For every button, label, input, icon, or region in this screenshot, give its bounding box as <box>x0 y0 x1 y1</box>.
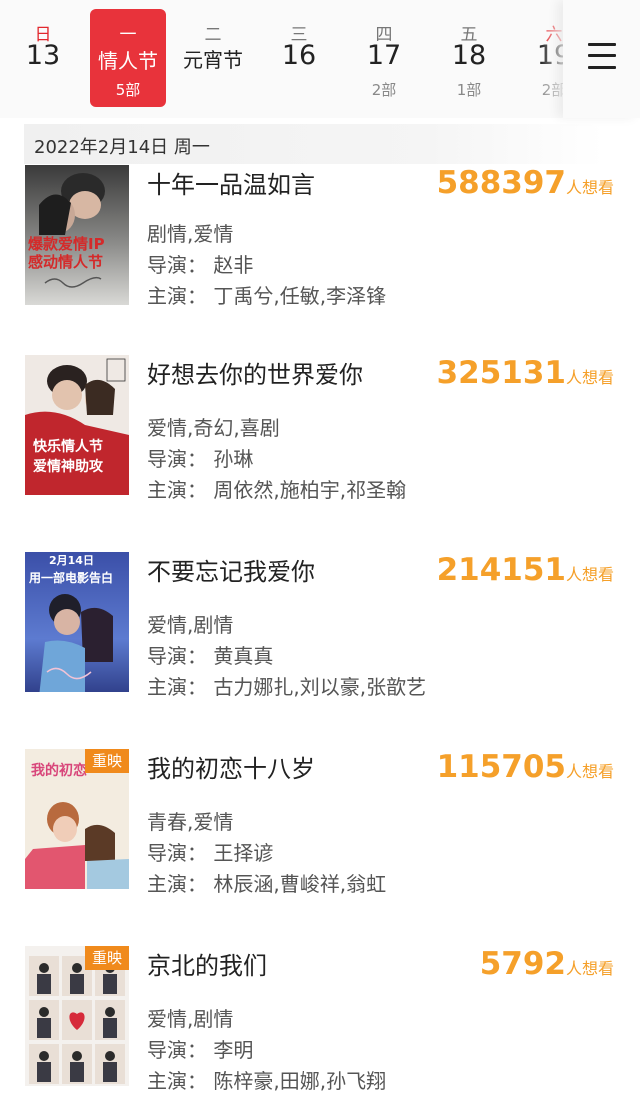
selected-date-text: 2022年2月14日 周一 <box>34 137 210 158</box>
movie-genre: 青春,爱情 <box>147 810 234 834</box>
date-tab-valentines-day[interactable]: 一 情人节 5部 <box>90 9 166 107</box>
wish-number: 325131 <box>436 355 566 391</box>
date-number: 18 <box>451 40 487 71</box>
movie-poster[interactable]: 快乐情人节 爱情神助攻 <box>25 355 129 495</box>
movie-director: 导演： 黄真真 <box>147 644 274 668</box>
poster-tagline-2: 爱情神助攻 <box>33 458 104 475</box>
movie-title[interactable]: 京北的我们 <box>147 946 267 981</box>
date-tab-sun-13[interactable]: 日 13 <box>0 0 86 118</box>
poster-tagline-1: 爆款爱情IP <box>28 235 105 253</box>
wish-unit: 人想看 <box>565 565 614 584</box>
wish-count: 115705人想看 <box>437 749 614 785</box>
movie-item[interactable]: 爆款爱情IP 感动情人节 十年一品温如言 588397人想看 剧情,爱情 导演：… <box>0 165 640 325</box>
wish-unit: 人想看 <box>565 178 614 197</box>
movie-item[interactable]: 2月14日 用一部电影告白 不要忘记我爱你 214151人想看 爱情,剧情 导演… <box>0 552 640 712</box>
movie-poster[interactable]: 爆款爱情IP 感动情人节 <box>25 165 129 305</box>
date-tab-wed-16[interactable]: 三 16 <box>256 0 342 118</box>
movie-title[interactable]: 我的初恋十八岁 <box>147 749 315 784</box>
wish-count: 214151人想看 <box>437 552 614 588</box>
poster-tagline-2: 感动情人节 <box>28 253 103 271</box>
date-number: 17 <box>366 40 402 71</box>
weekday-label: 二 <box>204 25 222 45</box>
movie-director: 导演： 赵非 <box>147 253 254 277</box>
date-tab-bar: 日 13 一 情人节 5部 二 元宵节 三 16 四 17 2部 五 18 1部… <box>0 0 640 118</box>
movie-count: 5部 <box>115 81 141 99</box>
movie-cast: 主演： 林辰涵,曹峻祥,翁虹 <box>147 872 387 896</box>
movie-title[interactable]: 十年一品温如言 <box>147 165 315 200</box>
movie-cast: 主演： 周依然,施柏宇,祁圣翰 <box>147 478 407 502</box>
movie-genre: 爱情,奇幻,喜剧 <box>147 416 280 440</box>
movie-count: 1部 <box>456 81 482 99</box>
date-tab-thu-17[interactable]: 四 17 2部 <box>341 0 427 118</box>
rerelease-badge: 重映 <box>85 946 129 970</box>
movie-poster[interactable]: 2月14日 用一部电影告白 <box>25 552 129 692</box>
movie-director: 导演： 王择谚 <box>147 841 274 865</box>
movie-genre: 剧情,爱情 <box>147 222 234 246</box>
weekday-label: 一 <box>119 25 137 45</box>
movie-title[interactable]: 不要忘记我爱你 <box>147 552 315 587</box>
date-number: 13 <box>25 40 61 71</box>
poster-tagline-1: 我的初恋 <box>31 762 87 779</box>
movie-item[interactable]: 快乐情人节 爱情神助攻 好想去你的世界爱你 325131人想看 爱情,奇幻,喜剧… <box>0 355 640 515</box>
poster-tagline-1: 2月14日 <box>49 554 94 567</box>
movie-genre: 爱情,剧情 <box>147 1007 234 1031</box>
poster-tagline-1: 快乐情人节 <box>33 438 103 455</box>
movie-director: 导演： 孙琳 <box>147 447 254 471</box>
movie-poster[interactable]: 我的初恋 重映 <box>25 749 129 889</box>
menu-button[interactable] <box>563 0 640 118</box>
wish-unit: 人想看 <box>565 368 614 387</box>
date-number: 16 <box>281 40 317 71</box>
movie-poster[interactable]: 重映 <box>25 946 129 1086</box>
wish-number: 5792 <box>479 946 566 982</box>
movie-item[interactable]: 重映 京北的我们 5792人想看 爱情,剧情 导演： 李明 主演： 陈梓豪,田娜… <box>0 946 640 1106</box>
wish-unit: 人想看 <box>565 762 614 781</box>
movie-item[interactable]: 我的初恋 重映 我的初恋十八岁 115705人想看 青春,爱情 导演： 王择谚 … <box>0 749 640 909</box>
wish-unit: 人想看 <box>565 959 614 978</box>
date-tab-lantern-festival[interactable]: 二 元宵节 <box>170 0 256 118</box>
wish-count: 5792人想看 <box>480 946 614 982</box>
movie-director: 导演： 李明 <box>147 1038 254 1062</box>
movie-count: 2部 <box>371 81 397 99</box>
festival-label: 情人节 <box>98 49 158 73</box>
movie-cast: 主演： 古力娜扎,刘以豪,张歆艺 <box>147 675 427 699</box>
wish-count: 588397人想看 <box>437 165 614 201</box>
selected-date-header: 2022年2月14日 周一 <box>24 124 604 164</box>
wish-count: 325131人想看 <box>437 355 614 391</box>
movie-title[interactable]: 好想去你的世界爱你 <box>147 355 363 390</box>
movie-cast: 主演： 陈梓豪,田娜,孙飞翔 <box>147 1069 387 1093</box>
poster-tagline-2: 用一部电影告白 <box>28 570 113 585</box>
festival-label: 元宵节 <box>183 48 243 72</box>
movie-genre: 爱情,剧情 <box>147 613 234 637</box>
date-tab-fri-18[interactable]: 五 18 1部 <box>426 0 512 118</box>
wish-number: 588397 <box>436 165 566 201</box>
rerelease-badge: 重映 <box>85 749 129 773</box>
wish-number: 214151 <box>436 552 566 588</box>
movie-cast: 主演： 丁禹兮,任敏,李泽锋 <box>147 284 387 308</box>
wish-number: 115705 <box>436 749 566 785</box>
